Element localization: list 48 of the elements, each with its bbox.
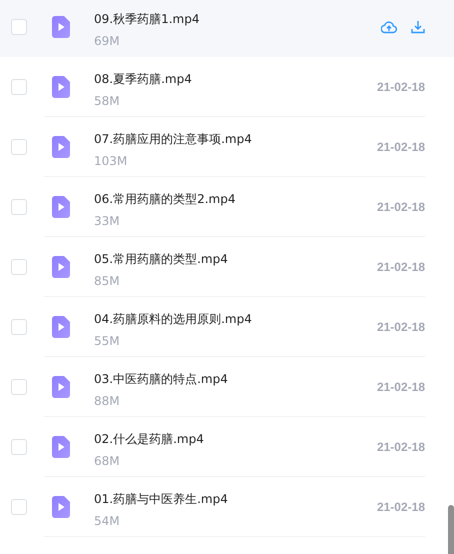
file-date: 21-02-18 [376,200,425,214]
checkbox[interactable] [11,319,27,335]
file-name[interactable]: 01.药膳与中医养生.mp4 [94,490,228,508]
file-name[interactable]: 02.什么是药膳.mp4 [94,430,204,448]
file-date: 21-02-18 [376,500,425,514]
video-file-icon [52,16,70,38]
file-size: 55M [94,334,120,348]
file-date: 21-02-18 [376,140,425,154]
file-size: 103M [94,154,128,168]
file-size: 88M [94,394,120,408]
file-row-highlight[interactable]: 09.秋季药膳1.mp4 69M [0,0,454,57]
file-name[interactable]: 07.药膳应用的注意事项.mp4 [94,130,252,148]
file-name[interactable]: 04.药膳原料的选用原则.mp4 [94,310,252,328]
video-file-icon [52,316,70,338]
file-size: 69M [94,34,120,48]
checkbox[interactable] [11,139,27,155]
video-file-icon [52,436,70,458]
checkbox[interactable] [11,439,27,455]
file-name[interactable]: 08.夏季药膳.mp4 [94,70,192,88]
file-date: 21-02-18 [376,320,425,334]
video-file-icon [52,136,70,158]
checkbox[interactable] [11,19,27,35]
video-file-icon [52,256,70,278]
scrollbar[interactable] [448,505,454,554]
checkbox[interactable] [11,199,27,215]
video-file-icon [52,76,70,98]
download-icon[interactable] [411,20,425,34]
file-name[interactable]: 03.中医药膳的特点.mp4 [94,370,228,388]
video-file-icon [52,376,70,398]
checkbox[interactable] [11,379,27,395]
checkbox[interactable] [11,79,27,95]
file-date: 21-02-18 [376,380,425,394]
checkbox[interactable] [11,259,27,275]
checkbox[interactable] [11,499,27,515]
file-date: 21-02-18 [376,260,425,274]
cloud-upload-icon[interactable] [381,20,397,34]
file-size: 33M [94,214,120,228]
file-size: 85M [94,274,120,288]
video-file-icon [52,196,70,218]
file-name[interactable]: 09.秋季药膳1.mp4 [94,10,200,28]
file-date: 21-02-18 [376,80,425,94]
file-name[interactable]: 05.常用药膳的类型.mp4 [94,250,228,268]
file-size: 68M [94,454,120,468]
file-size: 58M [94,94,120,108]
file-size: 54M [94,514,120,528]
video-file-icon [52,496,70,518]
file-name[interactable]: 06.常用药膳的类型2.mp4 [94,190,236,208]
file-date: 21-02-18 [376,440,425,454]
